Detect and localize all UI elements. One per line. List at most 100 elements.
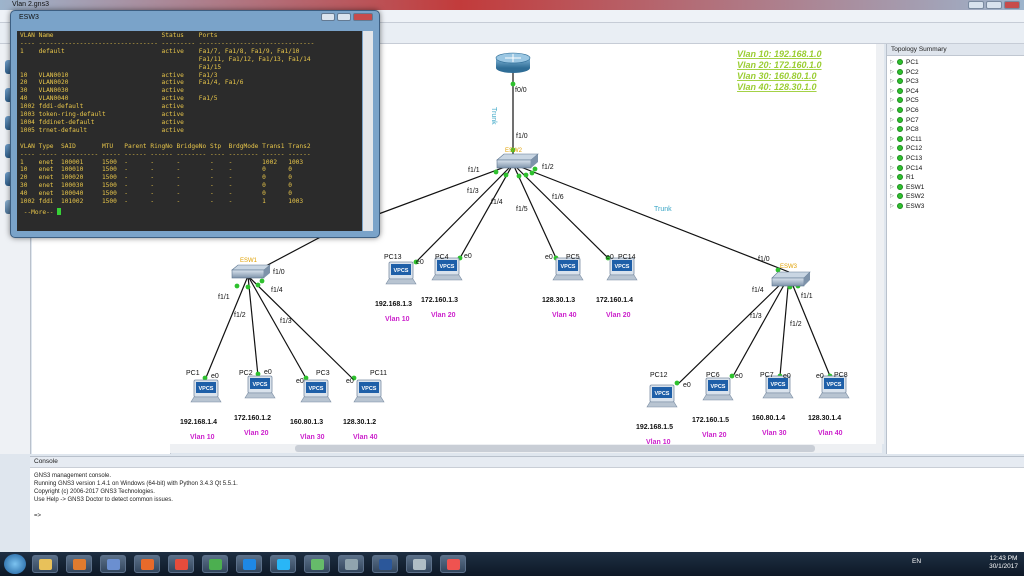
expand-arrow-icon[interactable]: ▷: [890, 192, 894, 202]
vpcs-label: VPCS: [711, 384, 726, 390]
taskbar-app-button[interactable]: [440, 555, 466, 573]
esw3-terminal-window[interactable]: ESW3 VLAN Name Status Ports ---- -------…: [10, 10, 380, 238]
terminal-scrollbar[interactable]: [363, 31, 373, 231]
expand-arrow-icon[interactable]: ▷: [890, 164, 894, 174]
topology-summary-item[interactable]: ▷ PC12: [887, 144, 1024, 154]
expand-arrow-icon[interactable]: ▷: [890, 87, 894, 97]
pc-name: PC6: [706, 372, 720, 379]
expand-arrow-icon[interactable]: ▷: [890, 68, 894, 78]
topology-summary-item[interactable]: ▷ ESW1: [887, 183, 1024, 193]
trunk-label-vertical: Trunk: [490, 107, 497, 125]
firefox-icon: [141, 559, 154, 570]
switch-esw2[interactable]: [496, 153, 539, 169]
clock[interactable]: 12:43 PM 30/1/2017: [989, 555, 1018, 571]
taskbar-app-button[interactable]: [406, 555, 432, 573]
taskbar-app-button[interactable]: [202, 555, 228, 573]
pc-node-pc1[interactable]: VPCS: [190, 379, 222, 403]
expand-arrow-icon[interactable]: ▷: [890, 173, 894, 183]
start-button[interactable]: [4, 554, 26, 574]
expand-arrow-icon[interactable]: ▷: [890, 135, 894, 145]
expand-arrow-icon[interactable]: ▷: [890, 77, 894, 87]
terminal-close-button[interactable]: [353, 13, 373, 21]
status-dot-icon: [897, 183, 903, 190]
pc-ip: 172.160.1.3: [421, 297, 458, 304]
taskbar-app-button[interactable]: [168, 555, 194, 573]
topology-summary-item[interactable]: ▷ PC6: [887, 106, 1024, 116]
console-output[interactable]: GNS3 management console. Running GNS3 ver…: [30, 468, 1024, 520]
expand-arrow-icon[interactable]: ▷: [890, 154, 894, 164]
taskbar-app-button[interactable]: [66, 555, 92, 573]
topology-summary-item[interactable]: ▷ PC14: [887, 164, 1024, 174]
taskbar-app-button[interactable]: [372, 555, 398, 573]
taskbar-app-button[interactable]: [338, 555, 364, 573]
pc-node-pc11[interactable]: VPCS: [353, 379, 385, 403]
taskbar-app-button[interactable]: [270, 555, 296, 573]
topology-summary-item[interactable]: ▷ ESW3: [887, 202, 1024, 212]
taskbar-app-button[interactable]: [236, 555, 262, 573]
taskbar-app-button[interactable]: [32, 555, 58, 573]
vpcs-label: VPCS: [253, 382, 268, 388]
topology-summary-item[interactable]: ▷ PC8: [887, 125, 1024, 135]
language-indicator[interactable]: EN: [912, 558, 921, 565]
terminal-output[interactable]: VLAN Name Status Ports ---- ------------…: [17, 31, 362, 231]
pc-node-pc6[interactable]: VPCS: [702, 377, 734, 401]
file-explorer-icon: [39, 559, 52, 570]
pc-node-pc12[interactable]: VPCS: [646, 384, 678, 408]
topology-summary-item[interactable]: ▷ PC5: [887, 96, 1024, 106]
pc-e0-label: e0: [545, 254, 553, 261]
switch-esw1[interactable]: [231, 264, 271, 279]
topology-summary-label: PC11: [906, 135, 922, 143]
topology-summary-item[interactable]: ▷ PC4: [887, 87, 1024, 97]
status-dot-icon: [897, 87, 903, 94]
pc-name: PC1: [186, 370, 200, 377]
topology-summary-item[interactable]: ▷ PC11: [887, 135, 1024, 145]
terminal-line: 40 VLAN0040 active Fa1/5: [20, 95, 218, 103]
expand-arrow-icon[interactable]: ▷: [890, 202, 894, 212]
pc-node-pc5[interactable]: VPCS: [552, 257, 584, 281]
pc-node-pc4[interactable]: VPCS: [431, 257, 463, 281]
pc-node-pc13[interactable]: VPCS: [385, 261, 417, 285]
pc-e0-label: e0: [783, 373, 791, 380]
esw1-name: ESW1: [240, 258, 258, 264]
expand-arrow-icon[interactable]: ▷: [890, 106, 894, 116]
taskbar-app-button[interactable]: [100, 555, 126, 573]
pc-node-pc3[interactable]: VPCS: [300, 379, 332, 403]
terminal-maximize-button[interactable]: [337, 13, 351, 21]
esw2-f11-label: f1/1: [468, 167, 480, 174]
console-line: Copyright (c) 2006-2017 GNS3 Technologie…: [34, 489, 155, 495]
router-r1[interactable]: [495, 52, 531, 73]
clock-time: 12:43 PM: [989, 555, 1018, 562]
topology-summary-item[interactable]: ▷ PC1: [887, 58, 1024, 68]
console-line: Use Help -> GNS3 Doctor to detect common…: [34, 497, 173, 503]
keyboard-base: [190, 396, 222, 403]
expand-arrow-icon[interactable]: ▷: [890, 183, 894, 193]
taskbar-app-button[interactable]: [134, 555, 160, 573]
skype-icon: [277, 559, 290, 570]
console-panel: Console GNS3 management console. Running …: [30, 456, 1024, 553]
topology-summary-item[interactable]: ▷ PC2: [887, 68, 1024, 78]
topology-summary-item[interactable]: ▷ ESW2: [887, 192, 1024, 202]
switch-esw3[interactable]: [771, 271, 811, 287]
esw3-f14-label: f1/4: [752, 287, 764, 294]
pc-e0-label: e0: [264, 369, 272, 376]
pc-vlan: Vlan 30: [762, 430, 787, 437]
topology-summary-item[interactable]: ▷ PC13: [887, 154, 1024, 164]
topology-summary-label: ESW1: [906, 183, 925, 191]
terminal-line: 10 enet 100010 1500 - - - - - 0 0: [20, 166, 292, 174]
pc-node-pc2[interactable]: VPCS: [244, 375, 276, 399]
expand-arrow-icon[interactable]: ▷: [890, 144, 894, 154]
expand-arrow-icon[interactable]: ▷: [890, 96, 894, 106]
topology-summary-item[interactable]: ▷ R1: [887, 173, 1024, 183]
pc-name: PC13: [384, 254, 402, 261]
expand-arrow-icon[interactable]: ▷: [890, 125, 894, 135]
taskbar-app-button[interactable]: [304, 555, 330, 573]
topology-summary-item[interactable]: ▷ PC7: [887, 116, 1024, 126]
pc-name: PC12: [650, 372, 668, 379]
expand-arrow-icon[interactable]: ▷: [890, 116, 894, 126]
terminal-line: 10 VLAN0010 active Fa1/3: [20, 71, 218, 79]
terminal-minimize-button[interactable]: [321, 13, 335, 21]
expand-arrow-icon[interactable]: ▷: [890, 58, 894, 68]
pc-vlan: Vlan 10: [646, 439, 671, 446]
pc-node-pc14[interactable]: VPCS: [606, 257, 638, 281]
topology-summary-item[interactable]: ▷ PC3: [887, 77, 1024, 87]
